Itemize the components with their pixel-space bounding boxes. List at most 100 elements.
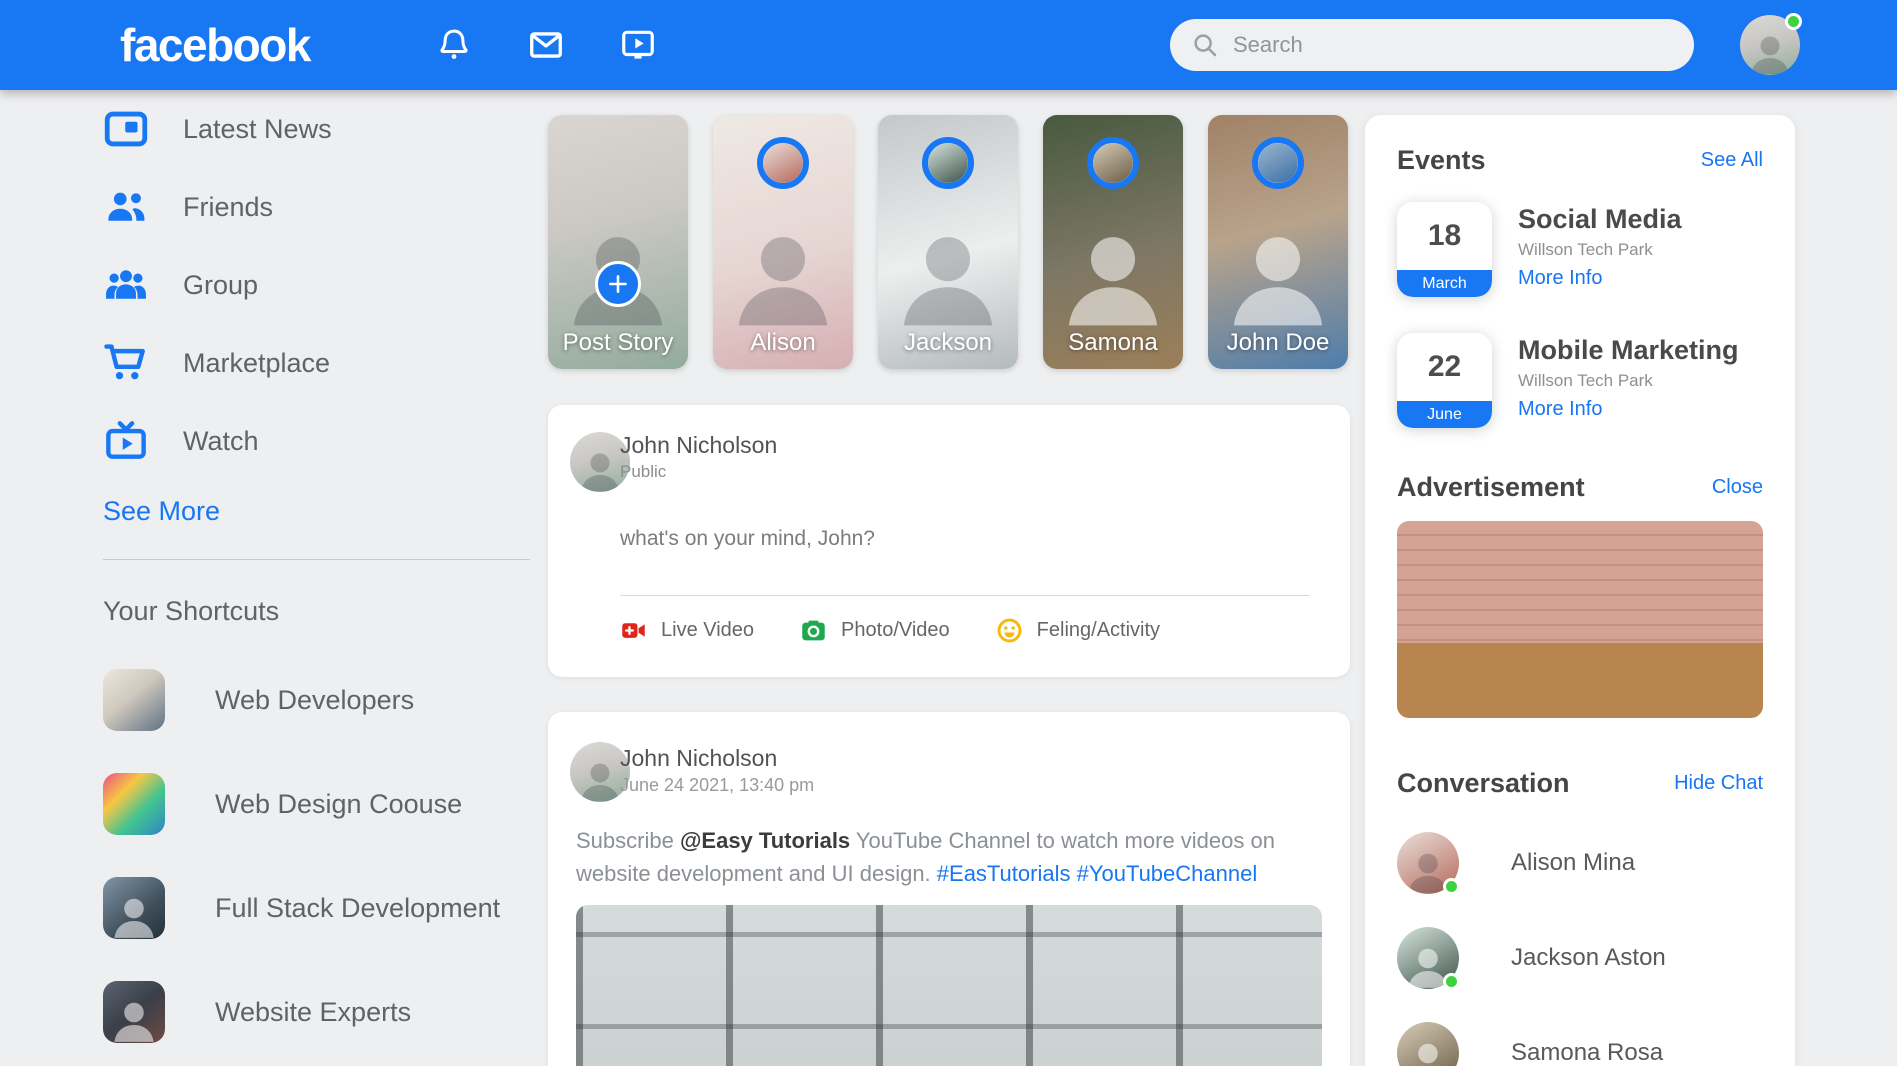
events-header: Events See All [1397, 145, 1763, 176]
nav-icon-group [434, 0, 658, 90]
post-author-name[interactable]: John Nicholson [620, 745, 777, 772]
shortcut-thumbnail [103, 773, 165, 835]
story-avatar-ring [1252, 137, 1304, 189]
profile-avatar[interactable] [1740, 15, 1800, 75]
member-avatar [1397, 1022, 1459, 1066]
shortcut-label: Website Experts [215, 997, 411, 1028]
news-icon [103, 106, 149, 152]
person-silhouette-icon [1401, 1034, 1454, 1066]
event-day: 22 [1397, 333, 1492, 401]
live-video-button[interactable]: Live Video [620, 617, 754, 644]
sidebar-item-marketplace[interactable]: Marketplace [103, 324, 533, 402]
more-info-link[interactable]: More Info [1518, 398, 1602, 421]
shortcut-thumbnail [103, 669, 165, 731]
post-hashtag-links[interactable]: #EasTutorials #YouTubeChannel [937, 861, 1257, 886]
person-silhouette-icon [574, 754, 626, 802]
post-photo[interactable] [576, 905, 1322, 1066]
friends-icon [103, 184, 149, 230]
person-silhouette-icon [1744, 27, 1796, 75]
member-avatar [1397, 832, 1459, 894]
composer-user-name: John Nicholson [620, 432, 777, 459]
mail-icon [527, 26, 565, 64]
composer-actions: Live Video Photo/Video Feling/Activity [620, 617, 1160, 644]
sidebar-item-latest-news[interactable]: Latest News [103, 90, 533, 168]
story-card-samona[interactable]: Samona [1043, 115, 1183, 369]
screen-play-icon [619, 26, 657, 64]
action-label: Photo/Video [841, 619, 950, 642]
conversation-header: Conversation Hide Chat [1397, 768, 1763, 799]
chat-member-jackson-aston[interactable]: Jackson Aston [1397, 927, 1763, 989]
hide-chat-link[interactable]: Hide Chat [1674, 772, 1763, 795]
event-title: Social Media [1518, 204, 1682, 235]
person-silhouette-icon [574, 444, 626, 492]
composer-divider [620, 595, 1310, 596]
event-location: Willson Tech Park [1518, 371, 1739, 391]
advertisement-header: Advertisement Close [1397, 472, 1763, 503]
person-silhouette-icon [107, 993, 160, 1043]
story-label: Post Story [548, 329, 688, 357]
post-composer: John Nicholson Public what's on your min… [548, 405, 1350, 677]
chat-member-alison-mina[interactable]: Alison Mina [1397, 832, 1763, 894]
member-name: Alison Mina [1511, 849, 1635, 877]
chat-member-samona-rosa[interactable]: Samona Rosa [1397, 1022, 1763, 1066]
story-label: Samona [1043, 329, 1183, 357]
cart-icon [103, 340, 149, 386]
add-story-button[interactable] [595, 261, 641, 307]
member-avatar [1397, 927, 1459, 989]
shortcut-thumbnail [103, 877, 165, 939]
story-avatar-ring [1087, 137, 1139, 189]
sidebar-item-label: Latest News [183, 114, 332, 145]
event-month: June [1397, 401, 1492, 428]
story-avatar-ring [757, 137, 809, 189]
more-info-link[interactable]: More Info [1518, 267, 1602, 290]
shortcut-web-design-course[interactable]: Web Design Coouse [103, 773, 533, 835]
event-item-mobile-marketing: 22 June Mobile Marketing Willson Tech Pa… [1397, 333, 1763, 428]
top-navbar: facebook [0, 0, 1897, 90]
see-all-link[interactable]: See All [1701, 149, 1763, 172]
shortcut-web-developers[interactable]: Web Developers [103, 669, 533, 731]
search-bar [1170, 19, 1694, 71]
facebook-logo[interactable]: facebook [120, 18, 310, 72]
left-sidebar: Latest News Friends Group [103, 90, 533, 1043]
sidebar-item-group[interactable]: Group [103, 246, 533, 324]
shortcut-full-stack-development[interactable]: Full Stack Development [103, 877, 533, 939]
advertisement-image[interactable] [1397, 521, 1763, 718]
shortcut-label: Full Stack Development [215, 893, 500, 924]
notifications-button[interactable] [434, 25, 474, 65]
feeling-activity-button[interactable]: Feling/Activity [996, 617, 1160, 644]
composer-audience[interactable]: Public [620, 462, 666, 482]
event-date-tile: 22 June [1397, 333, 1492, 428]
search-icon [1190, 30, 1220, 60]
watch-button[interactable] [618, 25, 658, 65]
story-card-jackson[interactable]: Jackson [878, 115, 1018, 369]
messages-button[interactable] [526, 25, 566, 65]
story-card-post-story[interactable]: Post Story [548, 115, 688, 369]
shortcut-thumbnail [103, 981, 165, 1043]
sidebar-item-watch[interactable]: Watch [103, 402, 533, 480]
sidebar-divider [103, 559, 530, 560]
sidebar-item-friends[interactable]: Friends [103, 168, 533, 246]
event-details: Mobile Marketing Willson Tech Park More … [1518, 333, 1739, 428]
shortcut-website-experts[interactable]: Website Experts [103, 981, 533, 1043]
post-mention-link[interactable]: @Easy Tutorials [680, 828, 850, 853]
group-icon [103, 262, 149, 308]
story-card-alison[interactable]: Alison [713, 115, 853, 369]
online-status-dot [1785, 13, 1802, 30]
conversation-title: Conversation [1397, 768, 1570, 799]
right-sidebar: Events See All 18 March Social Media Wil… [1365, 115, 1795, 1066]
composer-prompt[interactable]: what's on your mind, John? [620, 527, 875, 551]
person-silhouette-icon [107, 889, 160, 939]
close-ad-link[interactable]: Close [1712, 476, 1763, 499]
stories-row: Post Story Alison Jackson Samona [548, 115, 1348, 369]
bell-icon [435, 26, 473, 64]
shortcut-label: Web Developers [215, 685, 414, 716]
sidebar-item-label: Watch [183, 426, 259, 457]
event-date-tile: 18 March [1397, 202, 1492, 297]
post-timestamp: June 24 2021, 13:40 pm [620, 775, 814, 796]
facebook-home-page: facebook [0, 0, 1897, 1066]
see-more-link[interactable]: See More [103, 496, 220, 527]
search-input[interactable] [1233, 32, 1674, 58]
sidebar-item-label: Marketplace [183, 348, 330, 379]
story-card-john-doe[interactable]: John Doe [1208, 115, 1348, 369]
photo-video-button[interactable]: Photo/Video [800, 617, 950, 644]
